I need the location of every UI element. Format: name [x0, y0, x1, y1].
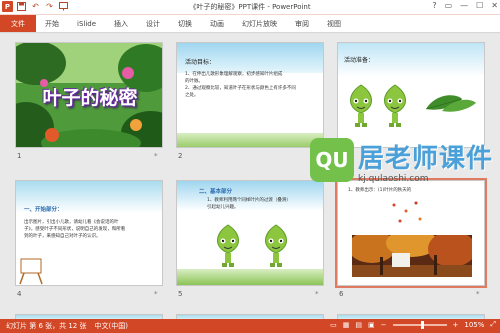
- slide-2-grass: [177, 133, 323, 147]
- slide-2-heading: 活动目标：: [185, 59, 216, 66]
- slideshow-view-icon[interactable]: ▣: [368, 321, 375, 329]
- tab-transitions[interactable]: 切换: [169, 15, 201, 32]
- easel-image: [19, 258, 43, 285]
- status-right: ▭ ▦ ▤ ▣ − + 105% ⤢: [330, 320, 496, 329]
- powerpoint-window: P ↶ ↷ 《叶子的秘密》PPT课件 - PowerPoint ? ▭ — ☐ …: [0, 0, 500, 333]
- slide-thumbnail-2[interactable]: 活动目标： 1、在伸出儿歌形象理解观察，初步感知叶片组成 的叶脉。 2、通过观察…: [176, 42, 324, 148]
- slide-5-grass: [177, 269, 323, 285]
- slide-number-5: 5: [178, 290, 183, 298]
- slide-number-4: 4: [17, 290, 22, 298]
- slide-thumbnail-3[interactable]: 活动准备：: [337, 42, 485, 148]
- tab-view[interactable]: 视图: [318, 15, 350, 32]
- slide-2-line: 2、通过观察比较，知道叶子在形状与颜色上有许多不同: [185, 86, 296, 91]
- tab-design[interactable]: 设计: [137, 15, 169, 32]
- tab-slideshow[interactable]: 幻灯片放映: [233, 15, 286, 32]
- window-controls: ? ▭ — ☐ ✕: [432, 1, 498, 10]
- slide-transition-star: *: [476, 290, 480, 298]
- ribbon-tabs: 文件 开始 iSlide 插入 设计 切换 动画 幻灯片放映 审阅 视图: [0, 15, 500, 33]
- reading-view-icon[interactable]: ▤: [355, 321, 362, 329]
- slide-5-body: 1、教师利用两个同样叶片的过渡（叠滑） 引起幼儿兴趣。: [207, 197, 321, 211]
- slide-5-line: 1、教师利用两个同样叶片的过渡（叠滑）: [207, 198, 291, 203]
- close-button[interactable]: ✕: [491, 1, 498, 10]
- slide-number-6: 6: [339, 290, 344, 298]
- slide-4-heading: 一、开始部分：: [24, 207, 63, 213]
- normal-view-icon[interactable]: ▭: [330, 321, 337, 329]
- ribbon-display-button[interactable]: ▭: [445, 1, 453, 10]
- slide-3-heading: 活动准备：: [344, 57, 375, 64]
- autumn-scene-image: [352, 235, 472, 277]
- status-left: 幻灯片 第 6 张，共 12 张 中文(中国): [6, 321, 128, 331]
- slide-transition-star: *: [154, 152, 158, 160]
- falling-leaves-image: [392, 201, 422, 223]
- slide-number-2: 2: [178, 152, 183, 160]
- leaf-character-image: [384, 84, 406, 127]
- tab-insert[interactable]: 插入: [105, 15, 137, 32]
- minimize-button[interactable]: —: [460, 1, 468, 10]
- leaf-character-image: [265, 224, 287, 267]
- green-leaves-image: [425, 95, 476, 112]
- slide-thumbnail-1[interactable]: 叶子的秘密: [15, 42, 163, 148]
- zoom-slider-thumb[interactable]: [420, 320, 424, 329]
- slide-thumbnail-4[interactable]: 一、开始部分： 出示图片，引出小儿歌，请幼儿看《会说话的叶 子》，感受叶子不同形…: [15, 180, 163, 286]
- slide-4-line: 到的叶子，来感知自己对叶子的认识。: [24, 234, 101, 239]
- slide-sorter-view-icon[interactable]: ▦: [343, 321, 350, 329]
- slide-5-line: 引起幼儿兴趣。: [207, 205, 239, 210]
- slide-2-body: 1、在伸出儿歌形象理解观察，初步感知叶片组成 的叶脉。 2、通过观察比较，知道叶…: [185, 71, 319, 99]
- slide-transition-star: *: [154, 290, 158, 298]
- slide-4-line: 出示图片，引出小儿歌，请幼儿看《会说话的叶: [24, 220, 119, 225]
- document-title: 《叶子的秘密》PPT课件 - PowerPoint: [189, 3, 311, 11]
- slide-transition-star: *: [315, 290, 319, 298]
- slide-thumbnail-5[interactable]: 二、基本部分 1、教师利用两个同样叶片的过渡（叠滑） 引起幼儿兴趣。: [176, 180, 324, 286]
- zoom-in-button[interactable]: +: [453, 321, 459, 329]
- slide-4-line: 子》，感受叶子不同形状，说明自己的发现，和所看: [24, 227, 126, 232]
- slide-4-body: 出示图片，引出小儿歌，请幼儿看《会说话的叶 子》，感受叶子不同形状，说明自己的发…: [24, 219, 158, 240]
- watermark-text: 居老师课件: [358, 144, 494, 174]
- watermark-url: kj.qulaoshi.com: [358, 174, 429, 184]
- status-bar: 幻灯片 第 6 张，共 12 张 中文(中国) ▭ ▦ ▤ ▣ − + 105%…: [0, 319, 500, 333]
- tab-review[interactable]: 审阅: [286, 15, 318, 32]
- tab-home[interactable]: 开始: [36, 15, 68, 32]
- tab-islide[interactable]: iSlide: [68, 15, 105, 32]
- slide-5-heading: 二、基本部分: [199, 189, 233, 195]
- language-status[interactable]: 中文(中国): [95, 321, 128, 331]
- tab-file[interactable]: 文件: [0, 15, 36, 32]
- leaf-character-image: [217, 224, 239, 267]
- maximize-button[interactable]: ☐: [476, 1, 483, 10]
- slide-2-line: 的叶脉。: [185, 79, 203, 84]
- slide-2-line: 之处。: [185, 93, 199, 98]
- fit-to-window-icon[interactable]: ⤢: [490, 320, 496, 329]
- slide-1-title: 叶子的秘密: [42, 87, 138, 109]
- watermark-badge: QU: [310, 138, 354, 182]
- help-button[interactable]: ?: [432, 1, 436, 10]
- tab-animations[interactable]: 动画: [201, 15, 233, 32]
- zoom-out-button[interactable]: −: [381, 321, 387, 329]
- title-bar: P ↶ ↷ 《叶子的秘密》PPT课件 - PowerPoint ? ▭ — ☐ …: [0, 0, 500, 15]
- slide-count-status: 幻灯片 第 6 张，共 12 张: [6, 322, 87, 330]
- zoom-level[interactable]: 105%: [464, 321, 484, 329]
- slide-number-1: 1: [17, 152, 22, 160]
- leaf-character-image: [350, 84, 372, 127]
- watermark-logo: QU 居老师课件 kj.qulaoshi.com: [310, 138, 495, 196]
- slide-2-line: 1、在伸出儿歌形象理解观察，初步感知叶片组成: [185, 72, 283, 77]
- zoom-slider[interactable]: [392, 320, 447, 329]
